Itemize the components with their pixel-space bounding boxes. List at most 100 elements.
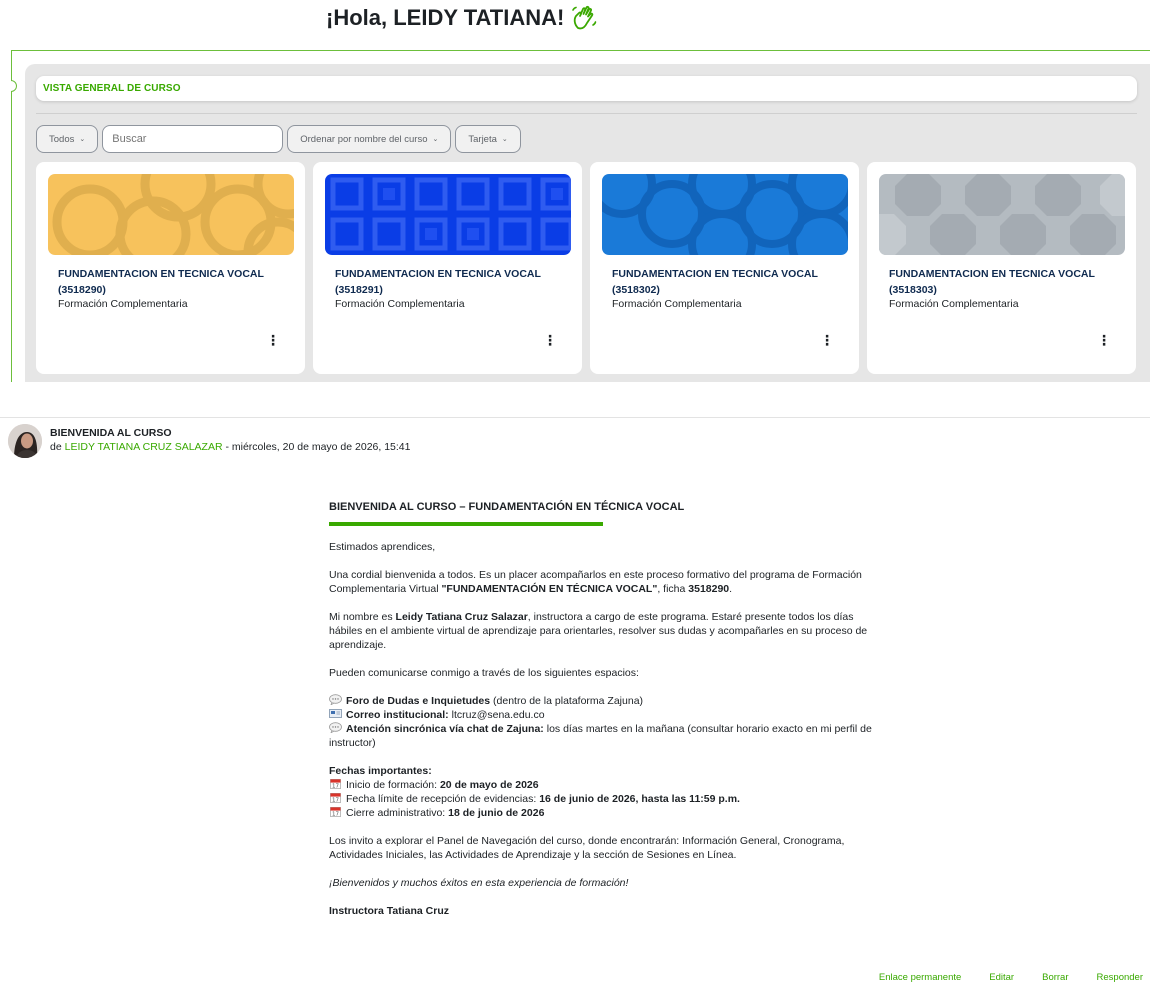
course-cards: FUNDAMENTACION EN TECNICA VOCAL (3518290… (36, 162, 1136, 374)
text: Mi nombre es (329, 611, 396, 623)
search-input[interactable] (102, 125, 284, 153)
grouping-dropdown[interactable]: Todos ⌄ (36, 125, 99, 153)
chevron-down-icon: ⌄ (501, 136, 508, 143)
course-title[interactable]: FUNDAMENTACION EN TECNICA VOCAL (3518303… (889, 266, 1119, 298)
post-subject: BIENVENIDA AL CURSO (50, 427, 172, 439)
text: 18 de junio de 2026 (448, 807, 545, 819)
text: . (729, 583, 733, 595)
author-link[interactable]: LEIDY TATIANA CRUZ SALAZAR (65, 441, 223, 453)
block-frame-line-vertical (11, 50, 12, 382)
avatar[interactable] (8, 424, 42, 458)
course-image[interactable] (48, 174, 294, 255)
svg-text:17: 17 (332, 784, 339, 789)
course-category: Formación Complementaria (612, 298, 742, 310)
course-overview-title: VISTA GENERAL DE CURSO (43, 83, 181, 94)
date-item: 17 Cierre administrativo: 18 de junio de … (329, 806, 877, 820)
more-options-icon[interactable]: ⋮ (266, 332, 280, 348)
paragraph-contact-intro: Pueden comunicarse conmigo a través de l… (329, 667, 639, 679)
course-title[interactable]: FUNDAMENTACION EN TECNICA VOCAL (3518290… (58, 266, 288, 298)
course-image[interactable] (325, 174, 571, 255)
text: 16 de junio de 2026, hasta las 11:59 p.m… (539, 793, 740, 805)
post-header: BIENVENIDA AL CURSO de LEIDY TATIANA CRU… (8, 424, 411, 458)
delete-link[interactable]: Borrar (1042, 972, 1068, 983)
divider (36, 113, 1137, 114)
course-overview-block: VISTA GENERAL DE CURSO Todos ⌄ Ordenar p… (25, 64, 1150, 382)
signature-text: Instructora Tatiana Cruz (329, 905, 449, 917)
text: Atención sincrónica vía chat de Zajuna: (346, 723, 544, 735)
course-image[interactable] (602, 174, 848, 255)
date-item: 17 Inicio de formación: 20 de mayo de 202… (329, 778, 877, 792)
course-card[interactable]: FUNDAMENTACION EN TECNICA VOCAL (3518303… (867, 162, 1136, 374)
paragraph-intro: Una cordial bienvenida a todos. Es un pl… (329, 568, 877, 596)
block-frame-node (11, 80, 17, 92)
message-heading: BIENVENIDA AL CURSO – FUNDAMENTACIÓN EN … (329, 501, 685, 513)
grouping-label: Todos (49, 133, 75, 145)
program-name: "FUNDAMENTACIÓN EN TÉCNICA VOCAL" (441, 583, 658, 595)
paragraph-instructor: Mi nombre es Leidy Tatiana Cruz Salazar,… (329, 610, 877, 652)
text: Fecha límite de recepción de evidencias: (346, 793, 540, 805)
course-category: Formación Complementaria (889, 298, 1019, 310)
view-dropdown[interactable]: Tarjeta ⌄ (455, 125, 521, 153)
email-icon (329, 709, 342, 718)
paragraph-closing: ¡Bienvenidos y muchos éxitos en esta exp… (329, 876, 877, 890)
salutation: Estimados aprendices, (329, 541, 436, 553)
edit-link[interactable]: Editar (989, 972, 1014, 983)
calendar-icon: 17 (330, 807, 341, 817)
text: Inicio de formación: (346, 779, 440, 791)
speech-balloon-icon (329, 694, 342, 705)
svg-text:17: 17 (332, 812, 339, 817)
instructor-name: Leidy Tatiana Cruz Salazar (395, 611, 528, 623)
signature: Instructora Tatiana Cruz (329, 904, 877, 918)
post-meta: BIENVENIDA AL CURSO de LEIDY TATIANA CRU… (50, 424, 411, 458)
chevron-down-icon: ⌄ (79, 136, 86, 143)
calendar-icon: 17 (330, 779, 341, 789)
text: Correo institucional: (346, 709, 449, 721)
course-overview-header: VISTA GENERAL DE CURSO (36, 76, 1137, 101)
permalink-link[interactable]: Enlace permanente (879, 972, 961, 983)
date-item: 17 Fecha límite de recepción de evidencia… (329, 792, 877, 806)
greeting: ¡Hola, LEIDY TATIANA! (326, 4, 598, 32)
text: ltcruz@sena.edu.co (448, 709, 545, 721)
closing-text: ¡Bienvenidos y muchos éxitos en esta exp… (329, 877, 629, 889)
post-actions: Enlace permanente Editar Borrar Responde… (851, 972, 1143, 983)
text: Cierre administrativo: (346, 807, 449, 819)
text: 20 de mayo de 2026 (439, 779, 539, 791)
waving-hand-icon (572, 5, 597, 30)
course-title[interactable]: FUNDAMENTACION EN TECNICA VOCAL (3518302… (612, 266, 842, 298)
more-options-icon[interactable]: ⋮ (820, 332, 834, 348)
text: (dentro de la plataforma Zajuna) (490, 695, 644, 707)
reply-link[interactable]: Responder (1097, 972, 1143, 983)
course-card[interactable]: FUNDAMENTACION EN TECNICA VOCAL (3518290… (36, 162, 305, 374)
dates-title: Fechas importantes: (329, 765, 432, 777)
contact-list: Foro de Dudas e Inquietudes (dentro de l… (329, 694, 877, 750)
chevron-down-icon: ⌄ (432, 136, 439, 143)
post-message: BIENVENIDA AL CURSO – FUNDAMENTACIÓN EN … (329, 500, 877, 932)
contact-item: Atención sincrónica vía chat de Zajuna: … (329, 722, 877, 750)
post-date: - miércoles, 20 de mayo de 2026, 15:41 (222, 441, 411, 453)
divider (0, 417, 1150, 418)
text: , ficha (657, 583, 689, 595)
speech-balloon-icon (329, 722, 342, 733)
course-card[interactable]: FUNDAMENTACION EN TECNICA VOCAL (3518291… (313, 162, 582, 374)
course-image[interactable] (879, 174, 1125, 255)
block-frame-line (11, 50, 1150, 51)
calendar-icon: 17 (330, 793, 341, 803)
text: Foro de Dudas e Inquietudes (346, 695, 491, 707)
course-category: Formación Complementaria (58, 298, 188, 310)
more-options-icon[interactable]: ⋮ (1097, 332, 1111, 348)
contact-item: Foro de Dudas e Inquietudes (dentro de l… (329, 694, 877, 708)
sort-dropdown[interactable]: Ordenar por nombre del curso ⌄ (287, 125, 452, 153)
post-byline: de LEIDY TATIANA CRUZ SALAZAR - miércole… (50, 441, 411, 453)
course-title[interactable]: FUNDAMENTACION EN TECNICA VOCAL (3518291… (335, 266, 565, 298)
important-dates: Fechas importantes: 17 Inicio de formació… (329, 764, 877, 820)
view-label: Tarjeta (468, 133, 497, 145)
more-options-icon[interactable]: ⋮ (543, 332, 557, 348)
greeting-text: ¡Hola, LEIDY TATIANA! (326, 5, 565, 30)
course-filters: Todos ⌄ Ordenar por nombre del curso ⌄ T… (36, 125, 521, 153)
byline-prefix: de (50, 441, 65, 453)
ficha-number: 3518290 (688, 583, 730, 595)
course-card[interactable]: FUNDAMENTACION EN TECNICA VOCAL (3518302… (590, 162, 859, 374)
contact-item: Correo institucional: ltcruz@sena.edu.co (329, 708, 877, 722)
heading-underline (329, 522, 603, 526)
svg-text:17: 17 (332, 798, 339, 803)
